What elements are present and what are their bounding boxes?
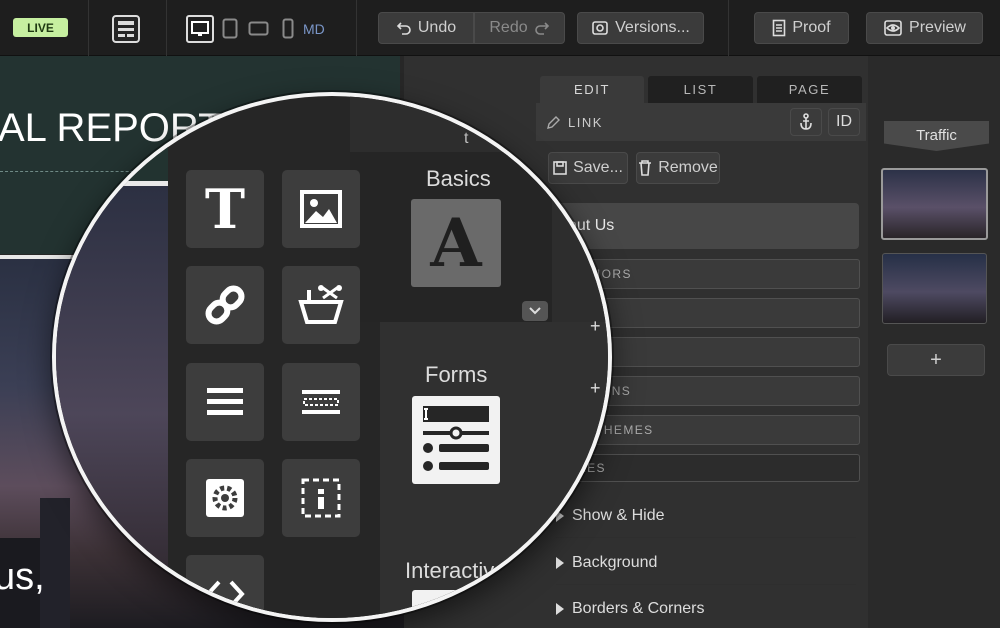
forms-heading: Forms [425,362,488,387]
editor-screen: LIVE MD Undo Redo Versions... Proof Prev… [0,0,1000,628]
versions-label: Versions... [615,19,690,36]
eye-icon [884,20,902,36]
link-widget-tile[interactable] [186,266,264,344]
remove-button[interactable]: Remove [636,152,720,184]
accordion-behaviors[interactable]: AVIORS [570,259,860,289]
html-code-widget-tile[interactable] [186,555,264,618]
creative-thumbnail-2[interactable] [882,253,987,324]
typeface-icon: A [430,204,482,282]
basics-expand-button[interactable] [522,301,548,321]
top-toolbar: LIVE MD Undo Redo Versions... Proof Prev… [0,0,1000,56]
lens-plus-2: + [590,378,601,398]
redo-label: Redo [489,19,528,36]
undo-icon [396,22,411,35]
spacer-widget-tile[interactable] [282,363,360,441]
text-widget-tile[interactable]: T [186,170,264,248]
settings-widget-tile[interactable] [186,459,264,537]
chevron-down-icon [529,307,541,315]
lens-partial-text: t [464,130,469,147]
gear-icon [206,479,244,517]
basics-widget-tile[interactable]: A [411,199,501,287]
form-icon [423,406,489,471]
anchor-button[interactable] [790,108,822,136]
device-size-label: MD [303,21,325,37]
info-widget-tile[interactable] [282,459,360,537]
basics-heading: Basics [426,166,491,191]
versions-icon [592,21,608,35]
link-icon [205,285,245,325]
accordion-animations[interactable]: ATIONS [570,376,860,406]
trash-icon [639,160,652,176]
undo-button[interactable]: Undo [378,12,474,44]
redo-button[interactable]: Redo [474,12,565,44]
add-creative-button[interactable]: + [887,344,985,376]
document-icon [773,19,786,37]
tablet-landscape-icon[interactable] [248,21,270,37]
tablet-icon[interactable] [222,18,238,40]
accordion-unnamed[interactable] [570,337,860,367]
undo-label: Undo [417,19,457,36]
lens-plus-1: + [590,316,601,336]
accordion-actions[interactable]: ONS [570,298,860,328]
layout-icon[interactable] [112,15,140,43]
creative-thumbnail-1[interactable] [881,168,988,240]
phone-icon[interactable] [282,18,294,40]
versions-button[interactable]: Versions... [577,12,704,44]
desktop-icon [191,21,209,36]
image-widget-tile[interactable] [282,170,360,248]
live-badge[interactable]: LIVE [13,18,68,37]
accordion-styles[interactable]: LES [570,454,860,482]
info-icon [301,478,341,518]
canvas-body-text: us, [0,556,45,598]
magnifier-lens: t T Basics A Forms Interactive + + [52,92,612,622]
accordion-micro-themes[interactable]: O-THEMES [570,415,860,445]
proof-label: Proof [792,19,831,36]
proof-button[interactable]: Proof [754,12,849,44]
code-snippet-widget-tile[interactable] [282,266,360,344]
remove-label: Remove [658,159,718,176]
code-icon [205,580,245,608]
tab-list[interactable]: LIST [648,76,753,103]
tab-page[interactable]: PAGE [757,76,862,103]
menu-icon [207,388,243,415]
id-button[interactable]: ID [828,108,860,136]
redo-icon [534,22,549,35]
desktop-device-button[interactable] [186,15,214,43]
lens-canvas-bg [56,96,168,618]
divider-icon [302,390,340,414]
list-widget-tile[interactable] [186,363,264,441]
text-widget-icon: T [204,177,246,241]
anchor-icon [800,113,812,130]
interactive-widget-tile[interactable] [412,590,508,618]
preview-button[interactable]: Preview [866,12,983,44]
preview-label: Preview [909,19,966,36]
interactive-heading: Interactive [405,558,507,583]
image-icon [300,190,342,228]
forms-widget-tile[interactable] [412,396,500,484]
scissors-box-icon [298,285,344,324]
